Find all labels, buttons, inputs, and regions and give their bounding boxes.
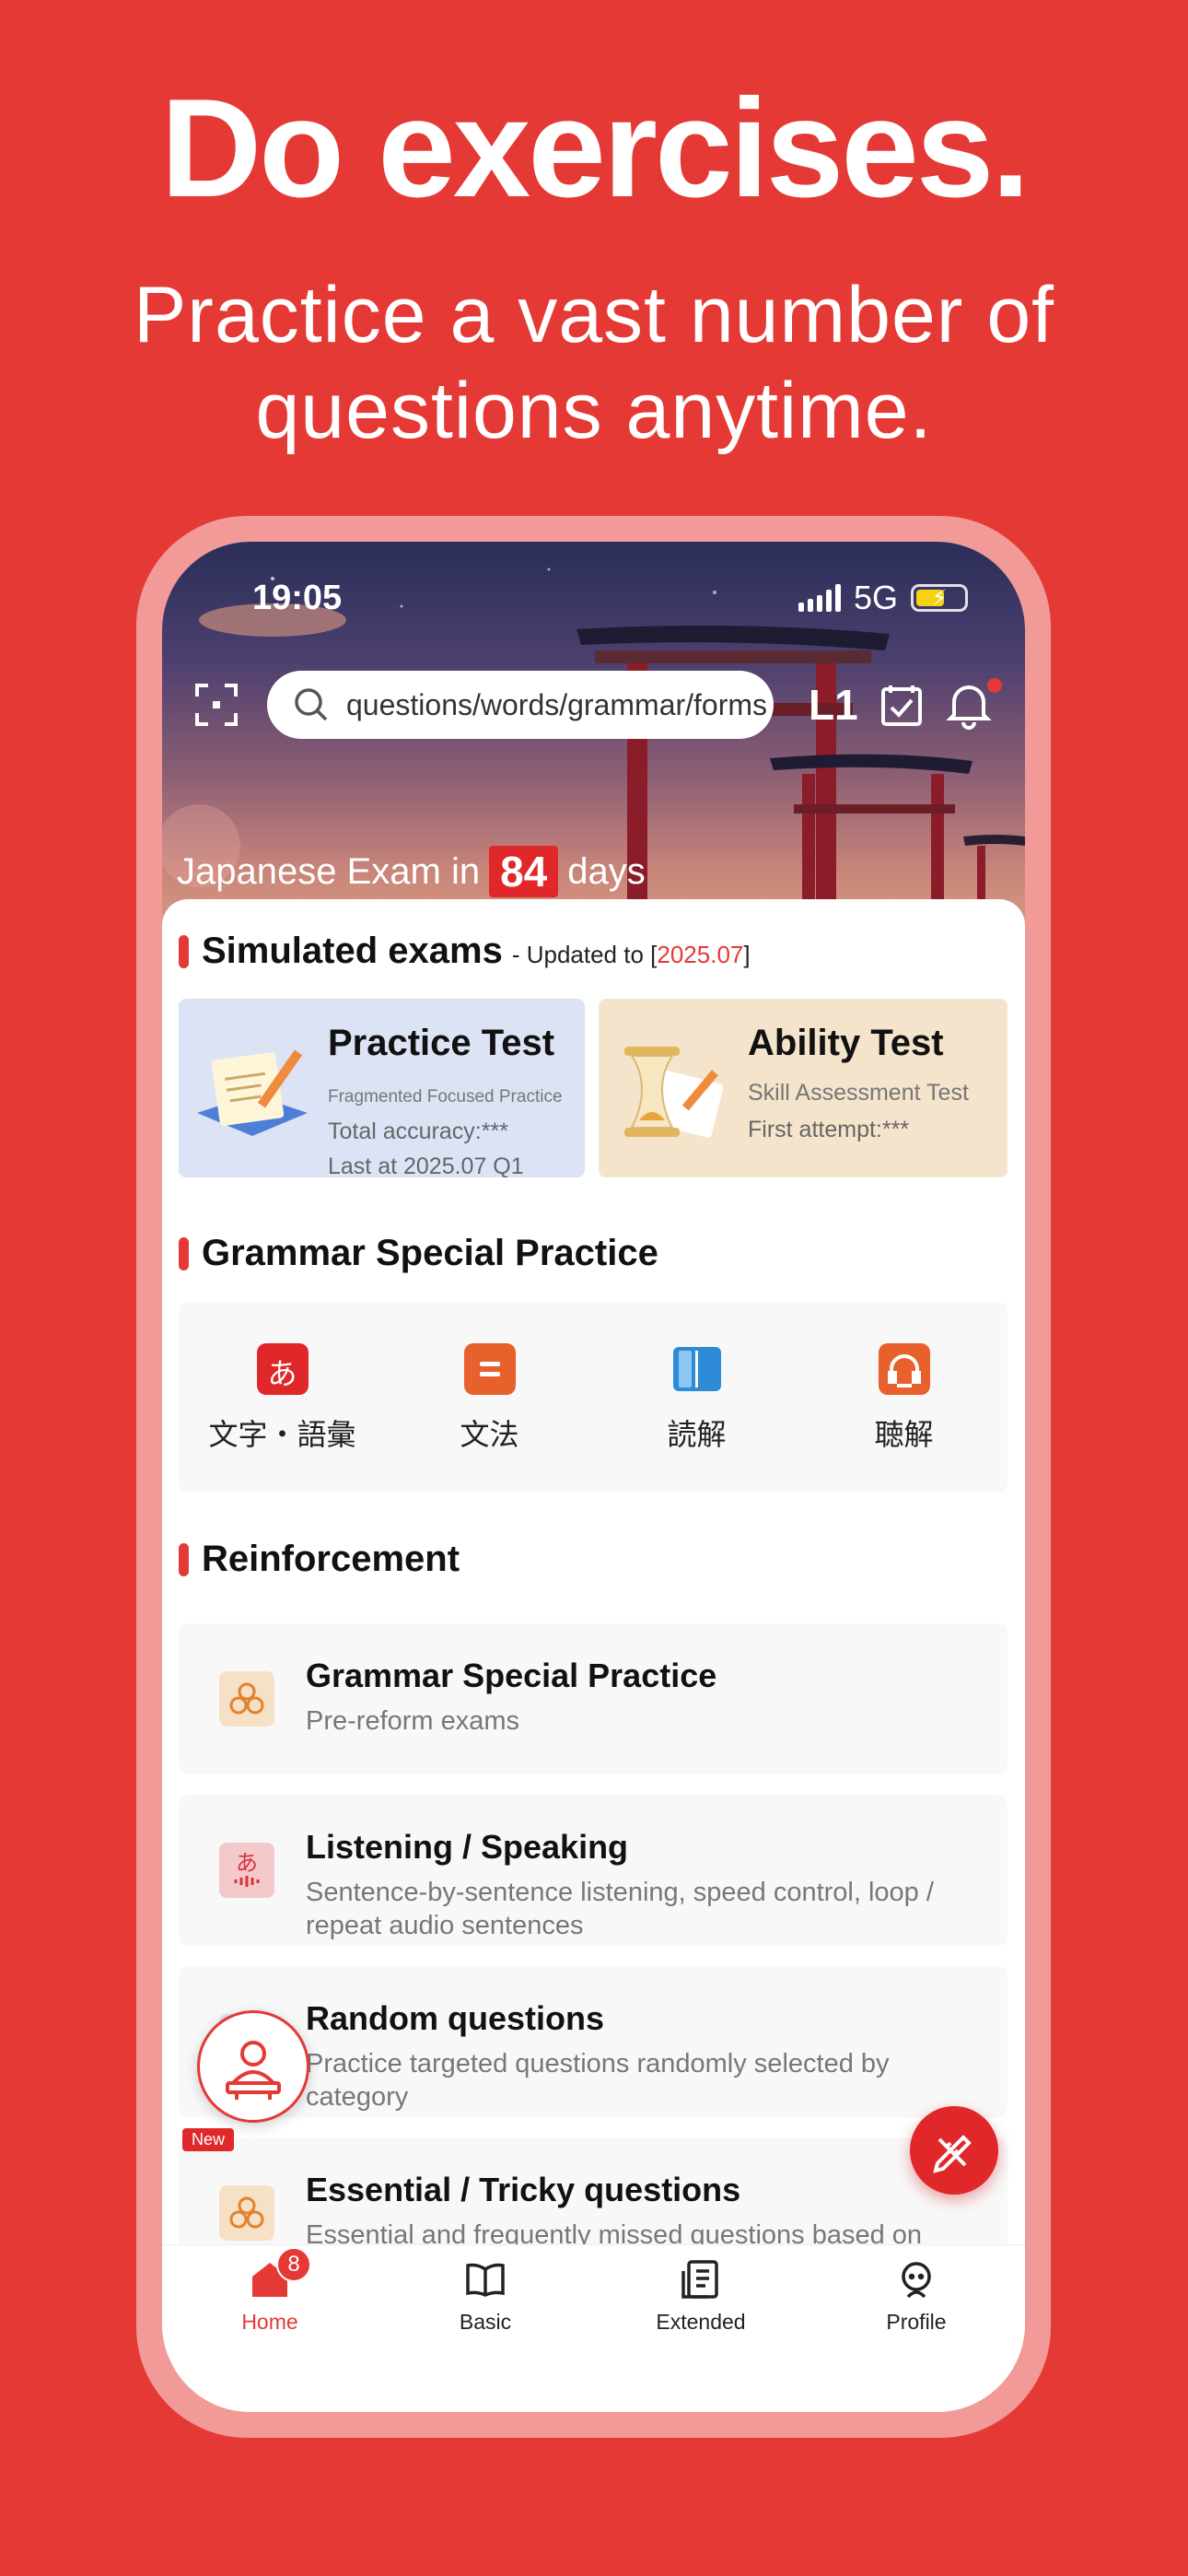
section-marker bbox=[179, 1542, 189, 1576]
list-item-title: Grammar Special Practice bbox=[306, 1657, 717, 1694]
phone-screen: 19:05 5G ⚡ questions/words/grammar/forms… bbox=[162, 542, 1025, 2412]
countdown-prefix: Japanese Exam in bbox=[177, 850, 481, 892]
list-item-title: Random questions bbox=[306, 1999, 605, 2037]
status-icons: 5G ⚡ bbox=[798, 579, 968, 617]
kana-icon: あ bbox=[256, 1343, 309, 1395]
checklist-icon[interactable] bbox=[879, 682, 925, 728]
grammar-item-vocabulary[interactable]: あ 文字・語彙 bbox=[179, 1343, 386, 1454]
status-time: 19:05 bbox=[252, 579, 343, 617]
pencil-fab-button[interactable] bbox=[910, 2106, 998, 2195]
list-item-desc: Sentence-by-sentence listening, speed co… bbox=[306, 1878, 934, 1940]
practice-test-subtitle: Fragmented Focused Practice bbox=[328, 1087, 563, 1107]
notebook-pencil-icon bbox=[197, 1049, 308, 1136]
list-item-desc: Pre-reform exams bbox=[306, 1706, 520, 1736]
phone-frame: 19:05 5G ⚡ questions/words/grammar/forms… bbox=[136, 516, 1051, 2438]
ability-test-card[interactable]: Ability Test Skill Assessment Test First… bbox=[599, 999, 1007, 1177]
grammar-item-label: 読解 bbox=[667, 1417, 727, 1452]
new-badge: New bbox=[182, 2128, 235, 2151]
practice-test-last: Last at 2025.07 Q1 bbox=[328, 1153, 524, 1177]
tab-label: Profile bbox=[886, 2310, 947, 2334]
signal-icon bbox=[798, 584, 841, 612]
grammar-grid: あ 文字・語彙 文法 読解 聴解 bbox=[179, 1303, 1007, 1493]
level-selector[interactable]: L1 bbox=[809, 680, 858, 730]
ability-test-attempt: First attempt:*** bbox=[748, 1117, 910, 1142]
simulated-exams-title: Simulated exams bbox=[202, 931, 503, 971]
updated-value: 2025.07 bbox=[657, 941, 744, 968]
tab-profile[interactable]: Profile bbox=[809, 2258, 1024, 2335]
simulated-exams-header: Simulated exams - Updated to [2025.07] bbox=[179, 931, 751, 972]
bell-icon[interactable] bbox=[945, 680, 993, 730]
network-type: 5G bbox=[853, 579, 898, 616]
countdown-suffix: days bbox=[567, 850, 646, 892]
top-toolbar: questions/words/grammar/forms L1 bbox=[162, 671, 1025, 741]
tab-label: Home bbox=[241, 2310, 298, 2334]
headline: Do exercises. bbox=[160, 70, 1030, 227]
grammar-item-reading[interactable]: 読解 bbox=[593, 1343, 800, 1454]
tab-label: Basic bbox=[459, 2310, 512, 2334]
tab-home[interactable]: 8 Home bbox=[162, 2247, 378, 2335]
section-marker bbox=[179, 934, 189, 968]
search-placeholder: questions/words/grammar/forms bbox=[346, 687, 768, 721]
list-item-title: Essential / Tricky questions bbox=[306, 2171, 741, 2208]
search-icon bbox=[295, 688, 328, 721]
notes-icon bbox=[680, 2258, 722, 2301]
ability-test-title: Ability Test bbox=[748, 1023, 944, 1063]
pencil-ruler-icon bbox=[933, 2135, 972, 2173]
home-badge: 8 bbox=[276, 2247, 311, 2282]
practice-test-accuracy: Total accuracy:*** bbox=[328, 1118, 508, 1144]
tab-extended[interactable]: Extended bbox=[593, 2258, 809, 2335]
subline: Practice a vast number of questions anyt… bbox=[0, 267, 1188, 459]
notification-dot bbox=[987, 678, 1002, 693]
grammar-title: Grammar Special Practice bbox=[202, 1233, 658, 1273]
hexagons-icon bbox=[219, 2185, 274, 2241]
hero-banner: 19:05 5G ⚡ questions/words/grammar/forms… bbox=[162, 542, 1025, 929]
grammar-item-label: 文字・語彙 bbox=[208, 1417, 356, 1452]
hexagons-icon bbox=[219, 1671, 274, 1727]
teacher-icon bbox=[226, 2041, 281, 2100]
grammar-header: Grammar Special Practice bbox=[179, 1233, 658, 1274]
home-icon: 8 bbox=[249, 2247, 311, 2301]
list-item-desc: Practice targeted questions randomly sel… bbox=[306, 2049, 890, 2112]
svg-text:あ: あ bbox=[236, 1850, 258, 1876]
tab-label: Extended bbox=[656, 2310, 746, 2334]
countdown-days: 84 bbox=[489, 846, 559, 897]
kana-audio-icon: あ bbox=[219, 1843, 274, 1898]
battery-icon: ⚡ bbox=[911, 584, 968, 612]
profile-icon bbox=[895, 2258, 938, 2301]
grammar-item-grammar[interactable]: 文法 bbox=[386, 1343, 593, 1454]
reinforcement-title: Reinforcement bbox=[202, 1539, 460, 1579]
open-book-icon bbox=[464, 2258, 507, 2301]
grammar-item-listening[interactable]: 聴解 bbox=[800, 1343, 1007, 1454]
grammar-item-label: 文法 bbox=[460, 1417, 519, 1452]
tab-basic[interactable]: Basic bbox=[378, 2258, 593, 2335]
document-icon bbox=[463, 1343, 516, 1395]
practice-test-title: Practice Test bbox=[328, 1023, 555, 1063]
subline-line-2: questions anytime. bbox=[255, 367, 933, 455]
hourglass-icon bbox=[624, 1047, 724, 1138]
reinforcement-header: Reinforcement bbox=[179, 1539, 460, 1580]
ability-test-subtitle: Skill Assessment Test bbox=[748, 1080, 969, 1106]
search-input[interactable]: questions/words/grammar/forms bbox=[267, 671, 774, 739]
tutor-avatar-button[interactable] bbox=[197, 2010, 309, 2123]
section-marker bbox=[179, 1236, 189, 1270]
bottom-tab-bar: 8 Home Basic Extended Profile bbox=[162, 2244, 1025, 2412]
updated-meta: - Updated to [2025.07] bbox=[511, 941, 751, 968]
grammar-item-label: 聴解 bbox=[874, 1417, 934, 1452]
status-bar: 19:05 5G ⚡ bbox=[162, 579, 1025, 625]
list-item-title: Listening / Speaking bbox=[306, 1828, 629, 1866]
scan-icon[interactable] bbox=[193, 682, 239, 728]
reinforcement-item-grammar[interactable]: Grammar Special Practice Pre-reform exam… bbox=[179, 1623, 1007, 1774]
subline-line-1: Practice a vast number of bbox=[133, 271, 1055, 359]
headphones-icon bbox=[878, 1343, 930, 1395]
practice-test-card[interactable]: Practice Test Fragmented Focused Practic… bbox=[179, 999, 585, 1177]
book-icon bbox=[671, 1343, 723, 1395]
reinforcement-item-listening[interactable]: あ Listening / Speaking Sentence-by-sente… bbox=[179, 1795, 1007, 1946]
exam-countdown: Japanese Exam in 84 days bbox=[177, 846, 646, 897]
